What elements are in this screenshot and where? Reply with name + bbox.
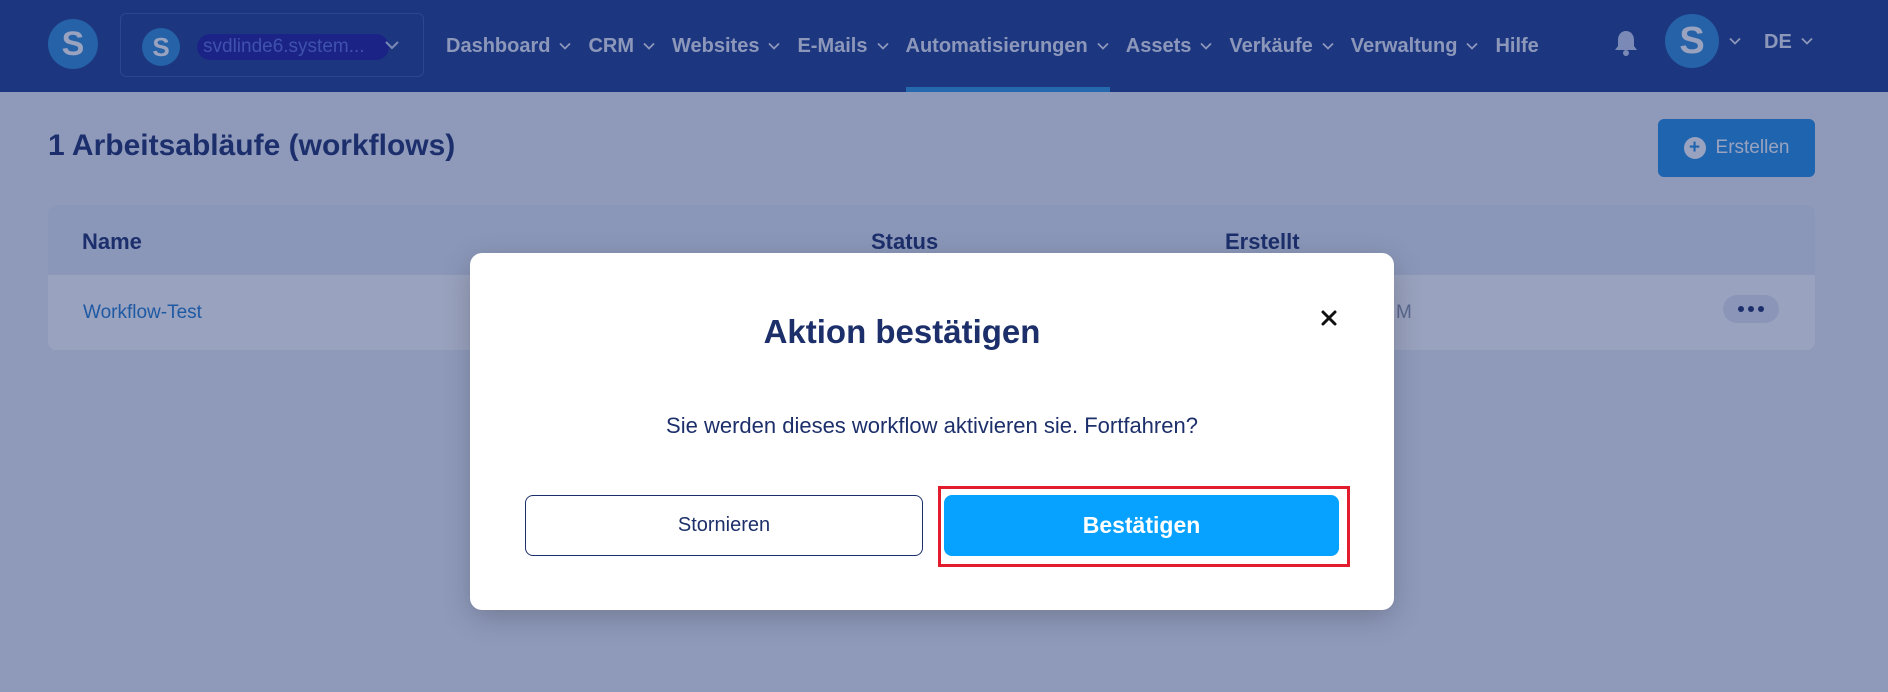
dialog-title: Aktion bestätigen <box>763 313 1041 350</box>
close-button[interactable] <box>1314 303 1344 333</box>
close-icon <box>1321 310 1337 326</box>
cancel-button[interactable]: Stornieren <box>525 495 923 556</box>
confirm-dialog: Aktion bestätigen Sie werden dieses work… <box>470 253 1394 610</box>
dialog-message: Sie werden dieses workflow aktivieren si… <box>666 413 1198 438</box>
confirm-button[interactable]: Bestätigen <box>944 495 1339 556</box>
